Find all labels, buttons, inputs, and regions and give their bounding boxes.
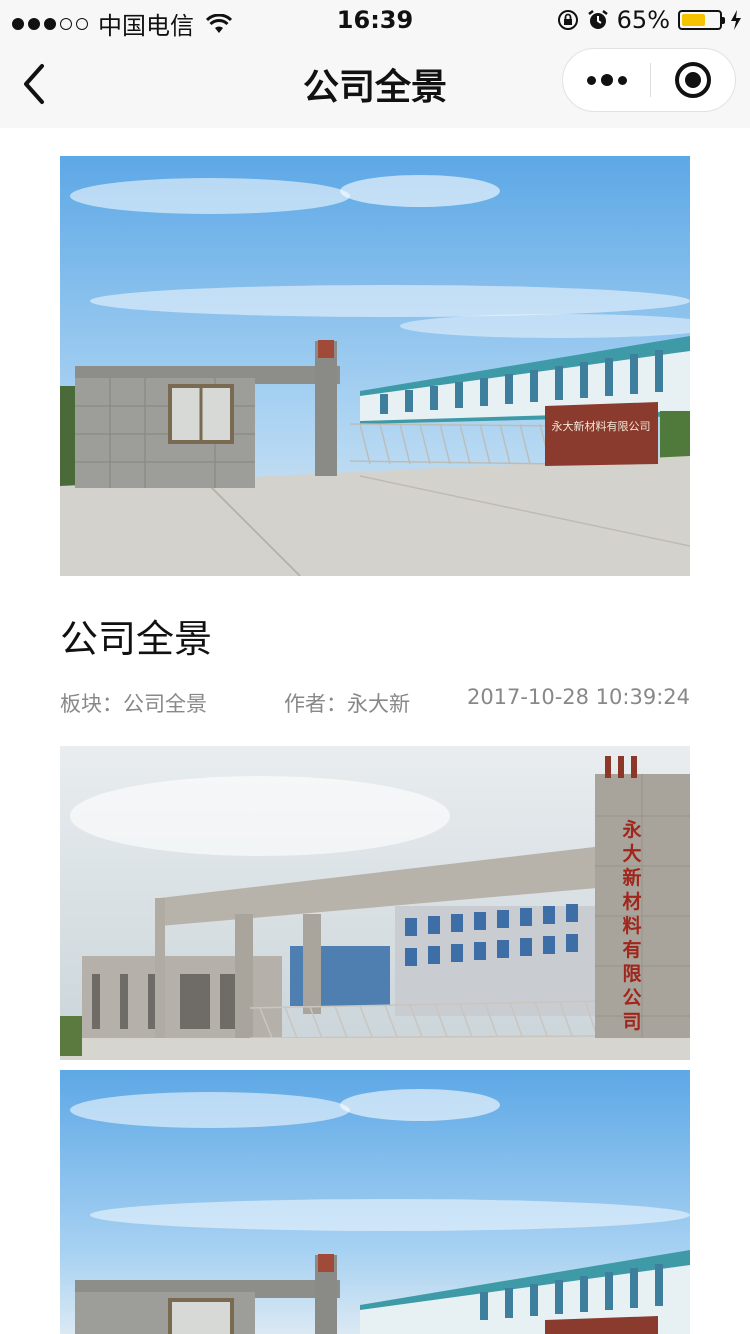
alarm-icon	[587, 10, 608, 29]
meta-board-label: 板块：	[60, 692, 123, 716]
article-title: 公司全景	[60, 617, 213, 661]
more-dots-icon[interactable]	[563, 49, 650, 111]
menu-capsule	[562, 48, 736, 112]
sign-text: 永大新材料有限公司	[552, 419, 651, 433]
gate-char: 永	[621, 818, 642, 841]
gate-char: 公	[622, 987, 641, 1009]
charging-bolt-icon	[731, 10, 741, 30]
gate-char: 材	[622, 890, 641, 913]
gate-vertical-text: 永大新材料有限公司	[621, 818, 642, 1033]
gate-char: 司	[622, 1011, 641, 1033]
gate-char: 料	[622, 914, 641, 937]
capsule-divider	[650, 63, 651, 97]
meta-author-value: 永大新	[347, 692, 410, 716]
battery-fill	[682, 14, 706, 26]
rotation-lock-icon	[557, 10, 578, 30]
gate-char: 新	[622, 866, 641, 889]
meta-board-value[interactable]: 公司全景	[123, 692, 207, 716]
nav-bar: 公司全景	[0, 40, 750, 128]
battery-icon	[678, 10, 725, 30]
article-meta: 板块：公司全景 作者：永大新 2017-10-28 10:39:24	[60, 685, 690, 718]
gate-char: 限	[622, 963, 641, 985]
gate-char: 有	[622, 938, 641, 961]
status-bar: 中国电信 16:39 65%	[0, 0, 750, 40]
target-close-icon[interactable]	[675, 62, 711, 98]
meta-date: 2017-10-28 10:39:24	[466, 685, 690, 709]
meta-board: 板块：公司全景	[60, 688, 207, 718]
gate-char: 大	[622, 842, 641, 865]
factory-gate-photo-2	[60, 1070, 690, 1334]
meta-author: 作者：永大新	[284, 688, 410, 718]
status-right: 65%	[557, 6, 742, 34]
main-gate-photo: 永大新材料有限公司	[60, 746, 690, 1060]
battery-percent: 65%	[616, 6, 670, 34]
meta-author-label: 作者：	[284, 692, 347, 716]
factory-gate-photo: 永大新材料有限公司	[60, 156, 690, 576]
